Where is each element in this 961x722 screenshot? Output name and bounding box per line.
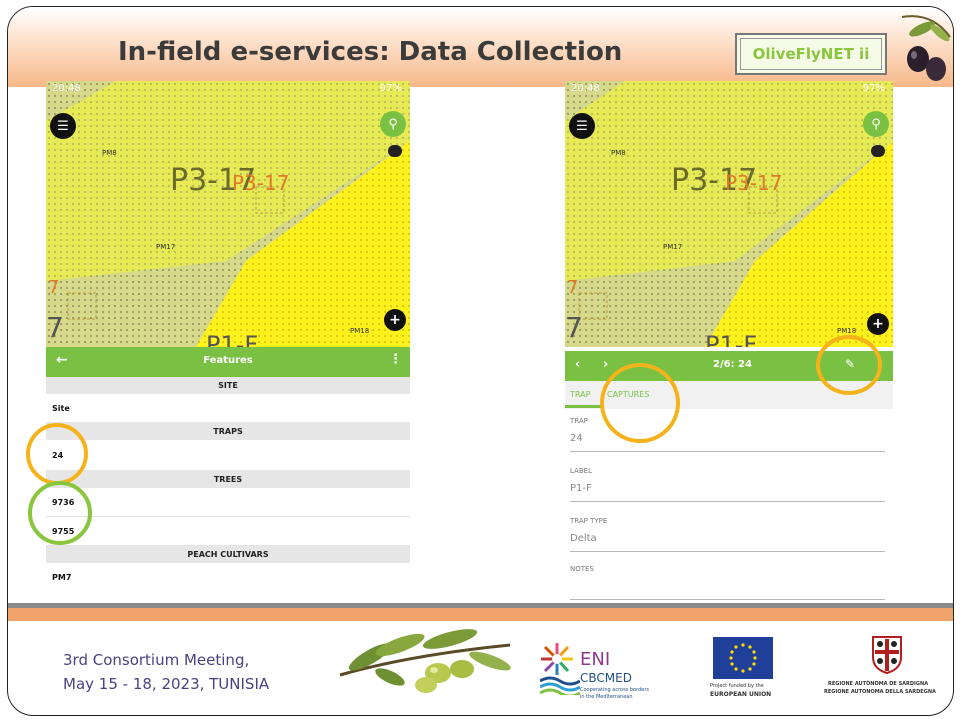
hamburger-menu-icon[interactable]: ☰ — [50, 113, 76, 139]
search-icon[interactable]: ⚲ — [863, 111, 889, 137]
zoom-in-icon[interactable]: + — [867, 313, 889, 335]
map-label-edge-big: 7 — [46, 311, 64, 344]
highlight-ring-trees — [28, 481, 92, 545]
olive-branch-icon — [901, 15, 951, 81]
map-label-pm17: PM17 — [156, 243, 176, 251]
map-label-pm18: PM18 — [350, 327, 370, 335]
left-map-view[interactable]: 20:48 97% ☰ ⚲ + P3-17 P3-17 PM8 PM17 PM1… — [46, 81, 410, 347]
brand-logo-text: OliveFlyNET ii — [740, 38, 882, 70]
cbcmed-label: CBCMED — [580, 671, 632, 685]
map-label-edge-number: 7 — [48, 277, 60, 298]
slide-title: In-field e-services: Data Collection — [118, 37, 623, 67]
search-icon[interactable]: ⚲ — [380, 111, 406, 137]
highlight-ring-traps — [26, 423, 88, 485]
eu-flag-icon — [713, 637, 773, 679]
chat-icon[interactable] — [871, 145, 885, 157]
section-header-peach-cultivars: PEACH CULTIVARS — [46, 546, 410, 563]
brand-logo: OliveFlyNET ii — [735, 33, 887, 75]
eu-caption-1: Project funded by the — [710, 683, 764, 689]
status-battery: 97% — [862, 83, 885, 94]
hamburger-menu-icon[interactable]: ☰ — [569, 113, 595, 139]
title-bar: In-field e-services: Data Collection Oli… — [8, 7, 953, 87]
next-record-icon[interactable]: › — [603, 357, 608, 372]
section-header-site: SITE — [46, 377, 410, 394]
label-field[interactable]: LABEL P1-F — [570, 467, 885, 502]
tab-trap[interactable]: TRAP — [570, 390, 590, 399]
cbcmed-tagline-1: Cooperating across borders — [580, 687, 649, 693]
active-tab-indicator — [565, 405, 603, 408]
map-label-edge-big: 7 — [565, 311, 583, 344]
previous-record-icon[interactable]: ‹ — [575, 357, 580, 372]
label-field-label: LABEL — [570, 467, 592, 475]
trap-type-field[interactable]: TRAP TYPE Delta — [570, 517, 885, 552]
sardegna-coat-of-arms-icon — [872, 636, 902, 675]
meeting-title: 3rd Consortium Meeting, — [63, 651, 250, 669]
features-app-bar: ← Features ⋮ — [46, 347, 410, 377]
map-label-pm17: PM17 — [663, 243, 683, 251]
map-label-pm8: PM8 — [102, 149, 117, 157]
eni-label: ENI — [580, 649, 611, 670]
map-label-bottom-block: P1-F — [705, 331, 758, 347]
left-phone-screen: 20:48 97% ☰ ⚲ + P3-17 P3-17 PM8 PM17 PM1… — [46, 81, 410, 589]
record-counter: 2/6: 24 — [713, 359, 752, 370]
chat-icon[interactable] — [388, 145, 402, 157]
meeting-dates: May 15 - 18, 2023, TUNISIA — [63, 675, 270, 693]
highlight-ring-edit — [816, 335, 882, 395]
list-item-cultivar[interactable]: PM7 — [46, 563, 410, 589]
notes-field-label: NOTES — [570, 565, 594, 573]
map-label-block-overlap: P3-17 — [232, 171, 290, 195]
zoom-in-icon[interactable]: + — [384, 309, 406, 331]
list-item-site[interactable]: Site — [46, 394, 410, 423]
eni-sunburst-icon — [541, 643, 573, 675]
label-field-value: P1-F — [570, 483, 592, 494]
section-header-trees: TREES — [46, 471, 410, 488]
status-battery: 97% — [379, 83, 402, 94]
sardegna-caption-2: REGIONE AUTONOMA DELLA SARDEGNA — [824, 689, 936, 695]
status-time: 20:48 — [571, 83, 600, 94]
app-bar-title: Features — [203, 355, 253, 366]
highlight-ring-captures — [600, 363, 680, 443]
list-item-tree[interactable]: 9736 — [46, 488, 410, 517]
map-label-pm8: PM8 — [611, 149, 626, 157]
notes-field[interactable]: NOTES — [570, 565, 885, 600]
status-time: 20:48 — [52, 83, 81, 94]
right-map-view[interactable]: 20:48 97% ☰ ⚲ + P3-17 P3-17 PM8 PM17 PM1… — [565, 81, 893, 347]
eu-caption-2: EUROPEAN UNION — [710, 691, 772, 698]
features-list: SITE Site TRAPS 24 TREES 9736 9755 PEACH… — [46, 377, 410, 589]
map-label-edge-number: 7 — [567, 277, 579, 298]
cbcmed-tagline-2: in the Mediterranean — [580, 694, 633, 700]
section-header-traps: TRAPS — [46, 423, 410, 440]
trap-type-field-label: TRAP TYPE — [570, 517, 608, 525]
slide: In-field e-services: Data Collection Oli… — [7, 6, 954, 716]
map-label-block-overlap: P3-17 — [725, 171, 783, 195]
cbcmed-wave-icon — [540, 676, 580, 695]
more-options-icon[interactable]: ⋮ — [389, 352, 402, 367]
list-item-tree[interactable]: 9755 — [46, 517, 410, 546]
map-label-bottom-block: P1-F — [206, 331, 259, 347]
olive-branch-image — [339, 629, 511, 693]
list-item-trap[interactable]: 24 — [46, 440, 410, 471]
map-label-pm18: PM18 — [837, 327, 857, 335]
sardegna-caption-1: REGIONE AUTÒNOMA DE SARDIGNA — [828, 681, 929, 687]
trap-type-field-value: Delta — [570, 533, 597, 544]
